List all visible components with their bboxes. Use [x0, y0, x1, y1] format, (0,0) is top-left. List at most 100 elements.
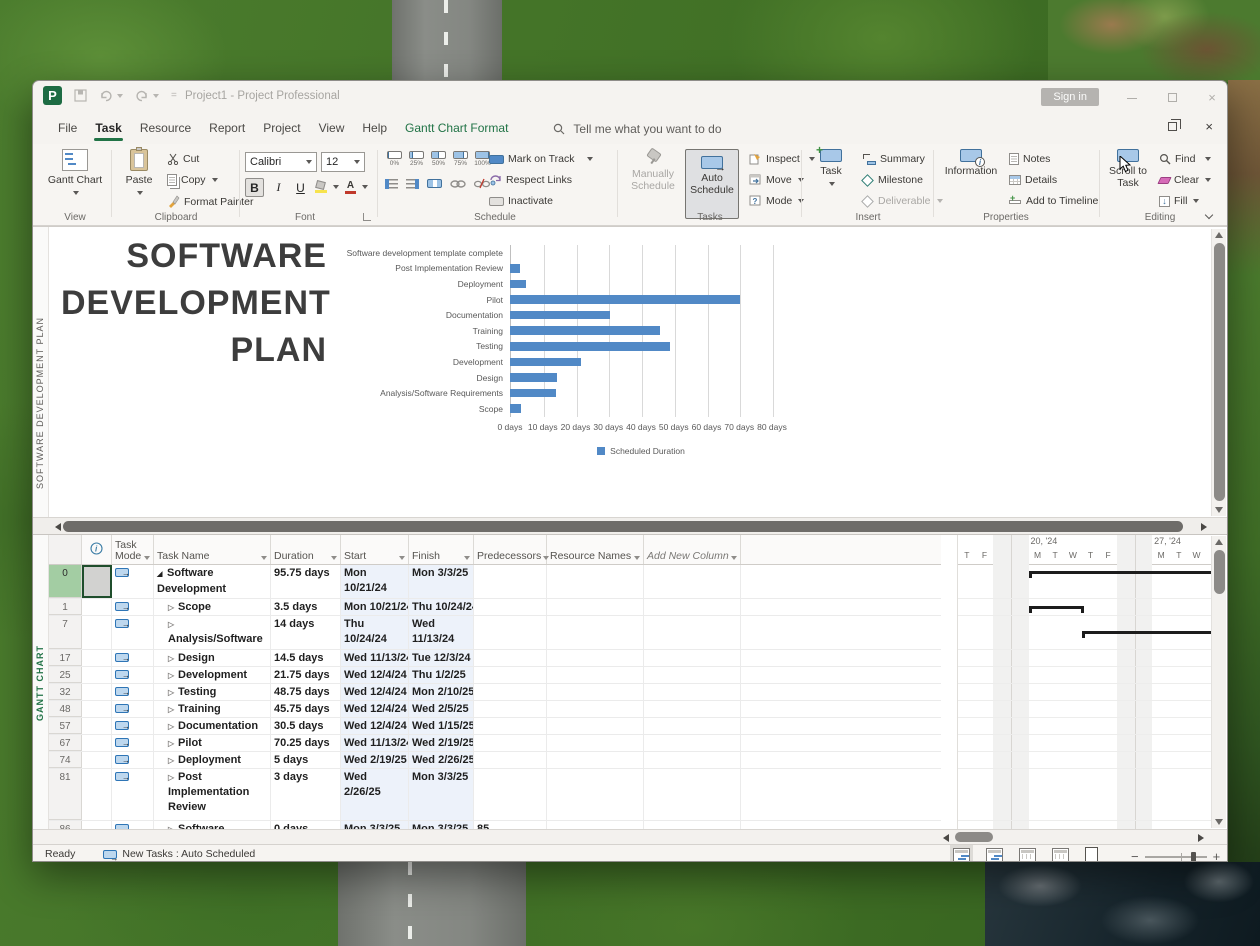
gantt-chart-view-shortcut[interactable] [953, 848, 970, 862]
tab-file[interactable]: File [49, 114, 86, 143]
table-row[interactable]: 57▷Documentation30.5 daysWed 12/4/24Wed … [49, 718, 941, 735]
report-vertical-scrollbar[interactable] [1211, 229, 1226, 516]
resource-sheet-view-shortcut[interactable] [1052, 848, 1069, 862]
task-usage-view-shortcut[interactable] [986, 848, 1003, 862]
inspect-button[interactable]: Inspect [749, 153, 815, 165]
task-name-cell[interactable]: ▷Post Implementation Review [154, 769, 271, 820]
resource-names-cell[interactable] [547, 735, 644, 751]
resource-names-cell[interactable] [547, 752, 644, 768]
predecessors-cell[interactable] [474, 769, 547, 820]
fill-button[interactable]: ↓ Fill [1159, 195, 1199, 207]
minimize-button[interactable] [1125, 90, 1139, 105]
info-cell[interactable] [82, 752, 112, 768]
start-cell[interactable]: Wed 2/26/25 [341, 769, 409, 820]
predecessors-cell[interactable] [474, 667, 547, 683]
resource-names-cell[interactable] [547, 701, 644, 717]
predecessors-cell[interactable]: 85 [474, 821, 547, 829]
start-cell[interactable]: Mon 10/21/24 [341, 565, 409, 598]
manually-schedule-button[interactable]: Manually Schedule [625, 149, 681, 192]
add-new-column-cell[interactable] [644, 752, 741, 768]
table-row[interactable]: 48▷Training45.75 daysWed 12/4/24Wed 2/5/… [49, 701, 941, 718]
cut-button[interactable]: Cut [167, 153, 199, 165]
column-header-id[interactable] [49, 535, 82, 564]
insert-deliverable-button[interactable]: Deliverable [863, 195, 943, 207]
info-cell[interactable] [82, 616, 112, 649]
resource-names-cell[interactable] [547, 769, 644, 820]
predecessors-cell[interactable] [474, 650, 547, 666]
zoom-slider-thumb[interactable] [1191, 852, 1196, 862]
expand-triangle-icon[interactable]: ▷ [168, 702, 178, 717]
summary-task-bar[interactable] [1082, 631, 1220, 638]
maximize-button[interactable] [1165, 90, 1179, 105]
resource-names-cell[interactable] [547, 718, 644, 734]
table-row[interactable]: 67▷Pilot70.25 daysWed 11/13/24Wed 2/19/2… [49, 735, 941, 752]
column-header-resource-names[interactable]: Resource Names [547, 535, 644, 564]
start-cell[interactable]: Wed 12/4/24 [341, 667, 409, 683]
column-header-add-new-column[interactable]: Add New Column [644, 535, 741, 564]
resource-names-cell[interactable] [547, 684, 644, 700]
task-mode-cell[interactable] [112, 667, 154, 683]
finish-cell[interactable]: Wed 2/19/25 [409, 735, 474, 751]
table-row[interactable]: 81▷Post Implementation Review3 daysWed 2… [49, 769, 941, 821]
doc-close-icon[interactable]: × [1205, 119, 1213, 134]
predecessors-cell[interactable] [474, 599, 547, 615]
add-new-column-cell[interactable] [644, 684, 741, 700]
expand-triangle-icon[interactable]: ▷ [168, 600, 178, 615]
row-id-cell[interactable]: 74 [49, 752, 82, 768]
add-new-column-cell[interactable] [644, 616, 741, 649]
table-row[interactable]: 25▷Development21.75 daysWed 12/4/24Thu 1… [49, 667, 941, 684]
duration-cell[interactable]: 3.5 days [271, 599, 341, 615]
close-button[interactable]: × [1205, 90, 1219, 105]
start-cell[interactable]: Mon 3/3/25 [341, 821, 409, 829]
expand-triangle-icon[interactable]: ▷ [168, 719, 178, 734]
duration-cell[interactable]: 30.5 days [271, 718, 341, 734]
info-cell[interactable] [82, 769, 112, 820]
expand-triangle-icon[interactable]: ▷ [168, 617, 178, 632]
finish-cell[interactable]: Wed 2/26/25 [409, 752, 474, 768]
row-id-cell[interactable]: 25 [49, 667, 82, 683]
column-header-info[interactable]: i [82, 535, 112, 564]
auto-schedule-button[interactable]: → Auto Schedule [685, 149, 739, 219]
task-name-cell[interactable]: ▷Testing [154, 684, 271, 700]
information-button[interactable]: i Information [941, 149, 1001, 177]
start-cell[interactable]: Thu 10/24/24 [341, 616, 409, 649]
add-new-column-cell[interactable] [644, 718, 741, 734]
background-color-button[interactable] [315, 181, 339, 193]
clear-button[interactable]: Clear [1159, 174, 1211, 186]
details-button[interactable]: Details [1009, 174, 1057, 186]
add-new-column-cell[interactable] [644, 565, 741, 598]
undo-button[interactable] [99, 90, 123, 102]
table-row[interactable]: 1▷Scope3.5 daysMon 10/21/24Thu 10/24/24 [49, 599, 941, 616]
table-row[interactable]: 32▷Testing48.75 daysWed 12/4/24Mon 2/10/… [49, 684, 941, 701]
start-cell[interactable]: Wed 11/13/24 [341, 650, 409, 666]
start-cell[interactable]: Wed 2/19/25 [341, 752, 409, 768]
font-size-combo[interactable]: 12 [321, 152, 365, 172]
finish-cell[interactable]: Tue 12/3/24 [409, 650, 474, 666]
outdent-task-icon[interactable] [385, 179, 398, 189]
summary-task-bar[interactable] [1029, 571, 1220, 578]
add-to-timeline-button[interactable]: + Add to Timeline [1009, 195, 1098, 207]
task-name-cell[interactable]: ▷Pilot [154, 735, 271, 751]
task-mode-cell[interactable] [112, 684, 154, 700]
resource-names-cell[interactable] [547, 650, 644, 666]
task-name-cell[interactable]: ▷Documentation [154, 718, 271, 734]
task-name-cell[interactable]: ▷Design [154, 650, 271, 666]
expand-triangle-icon[interactable]: ▷ [168, 668, 178, 683]
info-cell[interactable] [82, 667, 112, 683]
row-id-cell[interactable]: 1 [49, 599, 82, 615]
info-cell[interactable] [82, 718, 112, 734]
task-name-cell[interactable]: ▷Deployment [154, 752, 271, 768]
resource-names-cell[interactable] [547, 565, 644, 598]
report-horizontal-scrollbar[interactable] [33, 517, 1228, 535]
add-new-column-cell[interactable] [644, 769, 741, 820]
column-header-predecessors[interactable]: Predecessors [474, 535, 547, 564]
percent-complete-25-button[interactable]: 25% [407, 151, 426, 167]
zoom-out-icon[interactable]: − [1131, 849, 1139, 862]
expand-triangle-icon[interactable]: ▷ [168, 651, 178, 666]
duration-cell[interactable]: 5 days [271, 752, 341, 768]
customize-qat-icon[interactable]: = [171, 90, 177, 101]
add-new-column-cell[interactable] [644, 701, 741, 717]
zoom-slider[interactable]: − + [1131, 849, 1220, 862]
task-mode-cell[interactable] [112, 752, 154, 768]
duration-cell[interactable]: 14.5 days [271, 650, 341, 666]
